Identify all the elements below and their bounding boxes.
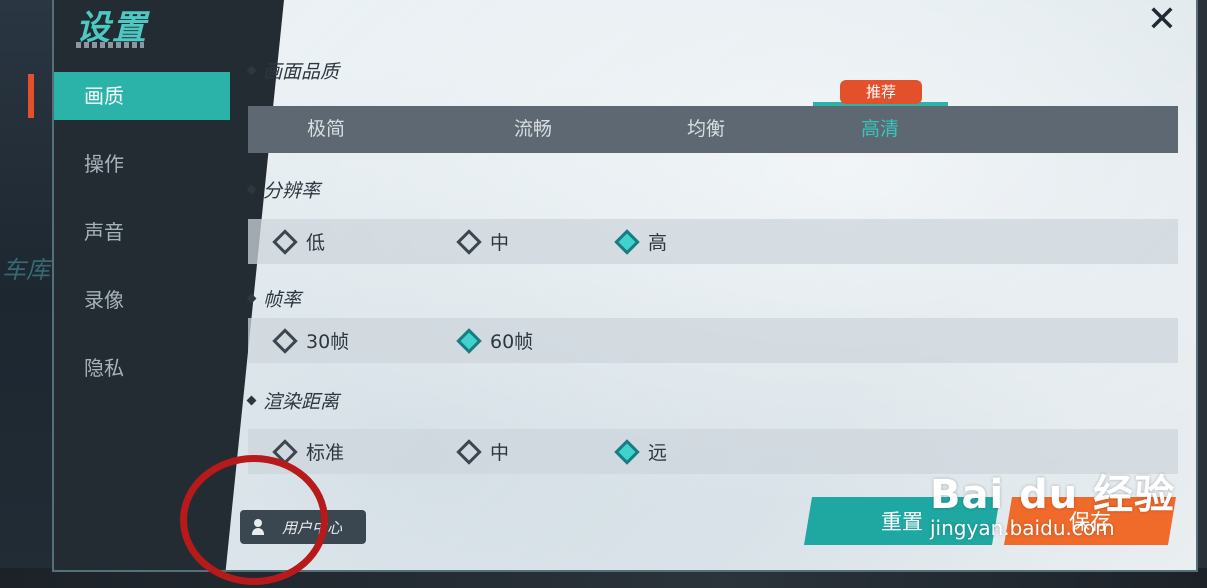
section-label-resolution: 分辨率: [246, 176, 321, 203]
radio-diamond-selected-icon: [456, 327, 482, 354]
quality-selector: 极简 流畅 均衡 高清: [248, 106, 1178, 153]
radio-label: 中: [490, 442, 510, 464]
resolution-label: 分辨率: [263, 180, 321, 202]
radio-label: 中: [490, 232, 510, 254]
resolution-option-low[interactable]: 低: [272, 219, 325, 264]
resolution-options: 低 中 高: [248, 219, 1178, 264]
quality-option-balanced[interactable]: 均衡: [646, 106, 766, 153]
baidu-watermark: Bai du 经验 jingyan.baidu.com: [930, 462, 1175, 540]
title-decoration: [76, 42, 144, 48]
radio-diamond-icon: [456, 438, 482, 465]
resolution-option-medium[interactable]: 中: [456, 219, 509, 264]
radio-diamond-icon: [456, 228, 482, 255]
resolution-option-high[interactable]: 高: [614, 219, 667, 264]
framerate-options: 30帧 60帧: [248, 318, 1178, 363]
annotation-circle: [180, 455, 328, 585]
section-label-quality: 画面品质: [246, 57, 340, 84]
background-garage-label: 车库: [2, 256, 50, 284]
radio-label: 30帧: [306, 331, 350, 353]
bullet-icon: [246, 293, 257, 304]
framerate-option-60[interactable]: 60帧: [456, 318, 533, 363]
quality-option-smooth[interactable]: 流畅: [473, 106, 593, 153]
radio-diamond-selected-icon: [614, 228, 640, 255]
close-icon[interactable]: ✕: [1142, 2, 1182, 42]
nav-item-privacy[interactable]: 隐私: [54, 344, 230, 392]
quality-option-hd[interactable]: 高清: [820, 106, 940, 153]
bullet-icon: [246, 65, 257, 76]
nav-item-recording[interactable]: 录像: [54, 276, 230, 324]
radio-label: 60帧: [490, 331, 534, 353]
quality-option-minimal[interactable]: 极简: [266, 106, 386, 153]
background-accent: [28, 74, 34, 118]
bullet-icon: [246, 395, 257, 406]
radio-label: 标准: [306, 442, 345, 464]
radio-label: 高: [648, 232, 668, 254]
nav-item-quality[interactable]: 画质: [54, 72, 230, 120]
section-label-render-distance: 渲染距离: [246, 387, 340, 414]
nav-item-controls[interactable]: 操作: [54, 140, 230, 188]
nav-item-sound[interactable]: 声音: [54, 208, 230, 256]
background-scene-left: 车库: [0, 0, 60, 588]
render-distance-label: 渲染距离: [263, 391, 340, 413]
framerate-option-30[interactable]: 30帧: [272, 318, 349, 363]
bullet-icon: [246, 184, 257, 195]
section-label-framerate: 帧率: [246, 285, 302, 312]
radio-diamond-icon: [272, 228, 298, 255]
quality-label: 画面品质: [263, 61, 340, 83]
render-distance-option-far[interactable]: 远: [614, 429, 667, 474]
radio-diamond-icon: [272, 327, 298, 354]
radio-label: 远: [648, 442, 668, 464]
watermark-brand: Bai du 经验: [930, 472, 1176, 518]
render-distance-option-medium[interactable]: 中: [456, 429, 509, 474]
radio-diamond-selected-icon: [614, 438, 640, 465]
framerate-label: 帧率: [263, 289, 302, 311]
settings-nav: 画质 操作 声音 录像 隐私: [54, 72, 230, 412]
radio-label: 低: [306, 232, 326, 254]
recommended-badge: 推荐: [840, 80, 922, 104]
